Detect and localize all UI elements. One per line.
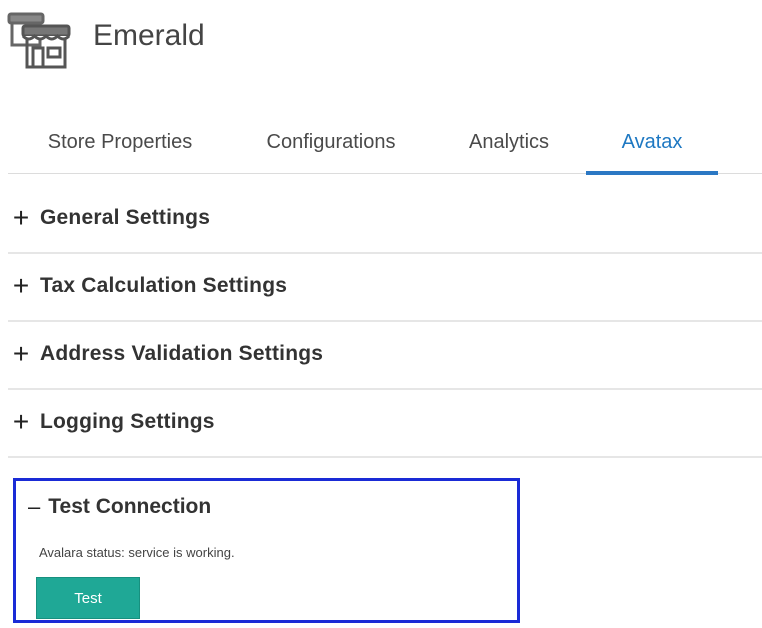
tab-store-properties[interactable]: Store Properties <box>40 115 200 171</box>
page: Emerald Store Properties Configurations … <box>0 0 762 628</box>
tab-analytics[interactable]: Analytics <box>463 115 555 171</box>
accordion-logging-settings[interactable]: + Logging Settings <box>8 390 762 458</box>
store-icon <box>7 12 71 69</box>
plus-icon: + <box>12 270 30 301</box>
accordion-title: Tax Calculation Settings <box>40 274 288 297</box>
test-connection-panel: – Test Connection Avalara status: servic… <box>13 478 520 623</box>
accordion-title: Test Connection <box>48 495 212 518</box>
settings-accordion: + General Settings + Tax Calculation Set… <box>8 186 762 458</box>
plus-icon: + <box>12 406 30 437</box>
accordion-general-settings[interactable]: + General Settings <box>8 186 762 254</box>
test-button[interactable]: Test <box>36 577 140 619</box>
tab-configurations[interactable]: Configurations <box>261 115 401 171</box>
accordion-title: Address Validation Settings <box>40 342 324 365</box>
accordion-title: General Settings <box>40 206 211 229</box>
store-name: Emerald <box>93 19 205 52</box>
plus-icon: + <box>12 338 30 369</box>
plus-icon: + <box>12 202 30 233</box>
accordion-title: Logging Settings <box>40 410 215 433</box>
accordion-tax-calculation-settings[interactable]: + Tax Calculation Settings <box>8 254 762 322</box>
accordion-test-connection[interactable]: – Test Connection <box>28 495 211 519</box>
tab-avatax[interactable]: Avatax <box>586 115 718 175</box>
minus-icon: – <box>28 494 41 519</box>
accordion-address-validation-settings[interactable]: + Address Validation Settings <box>8 322 762 390</box>
tab-bar: Store Properties Configurations Analytic… <box>8 115 762 175</box>
connection-status-text: Avalara status: service is working. <box>39 545 235 560</box>
